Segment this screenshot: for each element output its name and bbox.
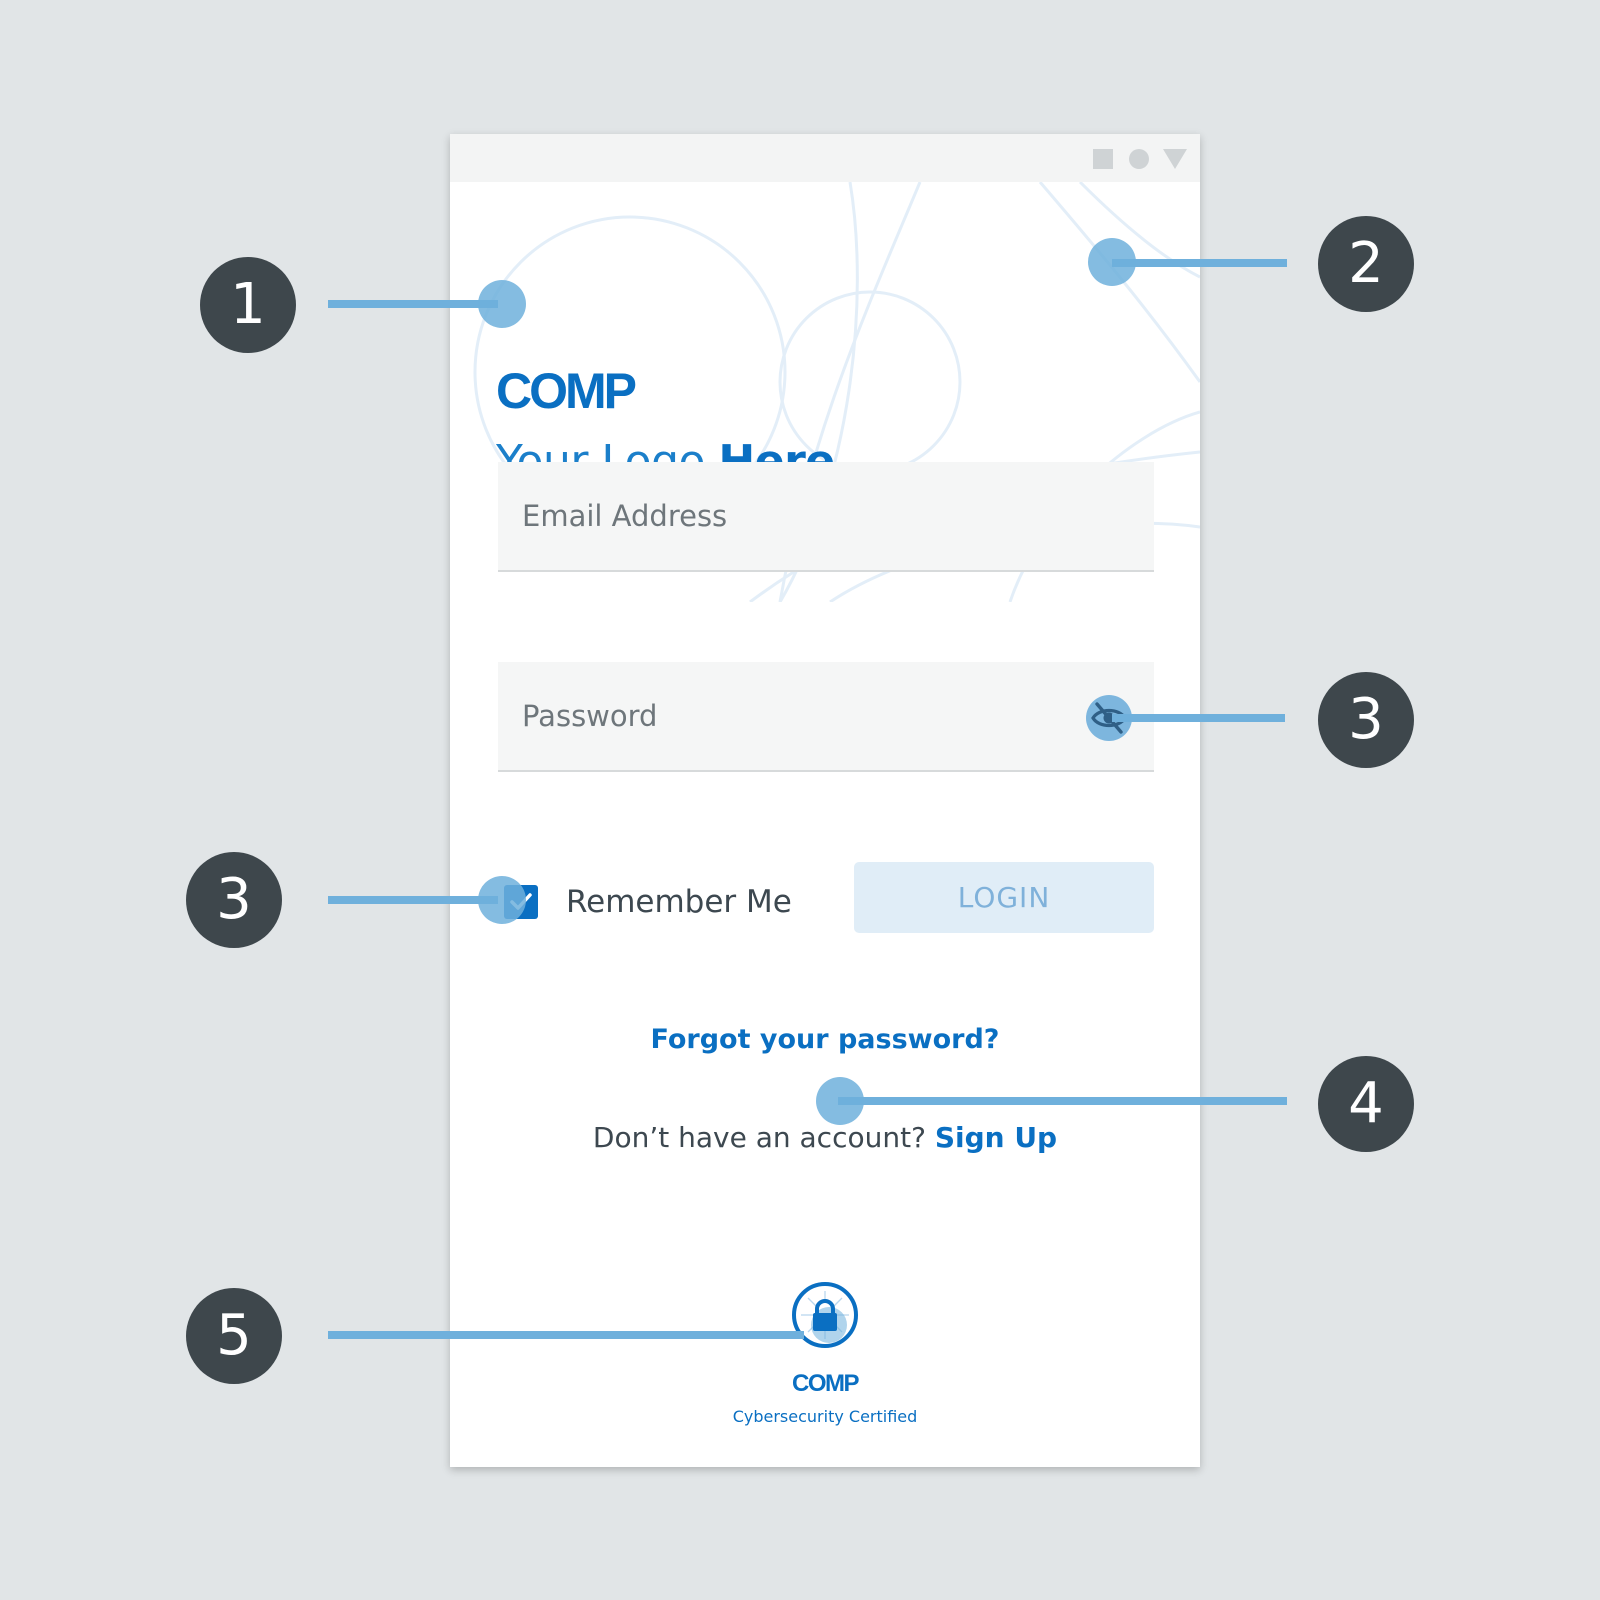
callout-line-5 [328,1331,804,1339]
password-field [498,662,1154,772]
signup-prompt: Don’t have an account? Sign Up [450,1121,1200,1154]
logo-mark: COMP [496,363,637,419]
password-input[interactable] [498,662,1154,770]
circle-icon[interactable] [1129,149,1149,169]
callout-marker-2: 2 [1318,216,1414,312]
callout-line-1 [328,300,498,308]
sign-up-link[interactable]: Sign Up [935,1121,1057,1154]
callout-marker-5: 5 [186,1288,282,1384]
login-button[interactable]: LOGIN [854,862,1154,933]
callout-marker-3b: 3 [186,852,282,948]
callout-dot-1 [478,280,526,328]
square-icon[interactable] [1093,149,1113,169]
certification-caption: Cybersecurity Certified [732,1407,918,1426]
forgot-password-link[interactable]: Forgot your password? [450,1024,1200,1055]
certification-brand: COMP [792,1370,860,1397]
callout-line-3a [1112,714,1285,722]
no-account-text: Don’t have an account? [592,1121,935,1154]
callout-marker-4: 4 [1318,1056,1414,1152]
callout-dot-2 [1088,238,1136,286]
email-field [498,462,1154,572]
callout-line-2 [1112,259,1287,267]
remember-me-checkbox[interactable]: Remember Me [504,882,792,922]
callout-line-4 [838,1097,1287,1105]
remember-me-label: Remember Me [566,884,792,920]
email-input[interactable] [498,462,1154,570]
callout-dot-3b [478,876,526,924]
title-bar [450,134,1200,182]
callout-dot-4 [816,1077,864,1125]
callout-marker-3a: 3 [1318,672,1414,768]
triangle-down-icon[interactable] [1163,149,1187,169]
login-window: COMP Your Logo Here Remember Me LOGIN Fo… [450,134,1200,1467]
callout-marker-1: 1 [200,257,296,353]
callout-line-3b [328,896,498,904]
